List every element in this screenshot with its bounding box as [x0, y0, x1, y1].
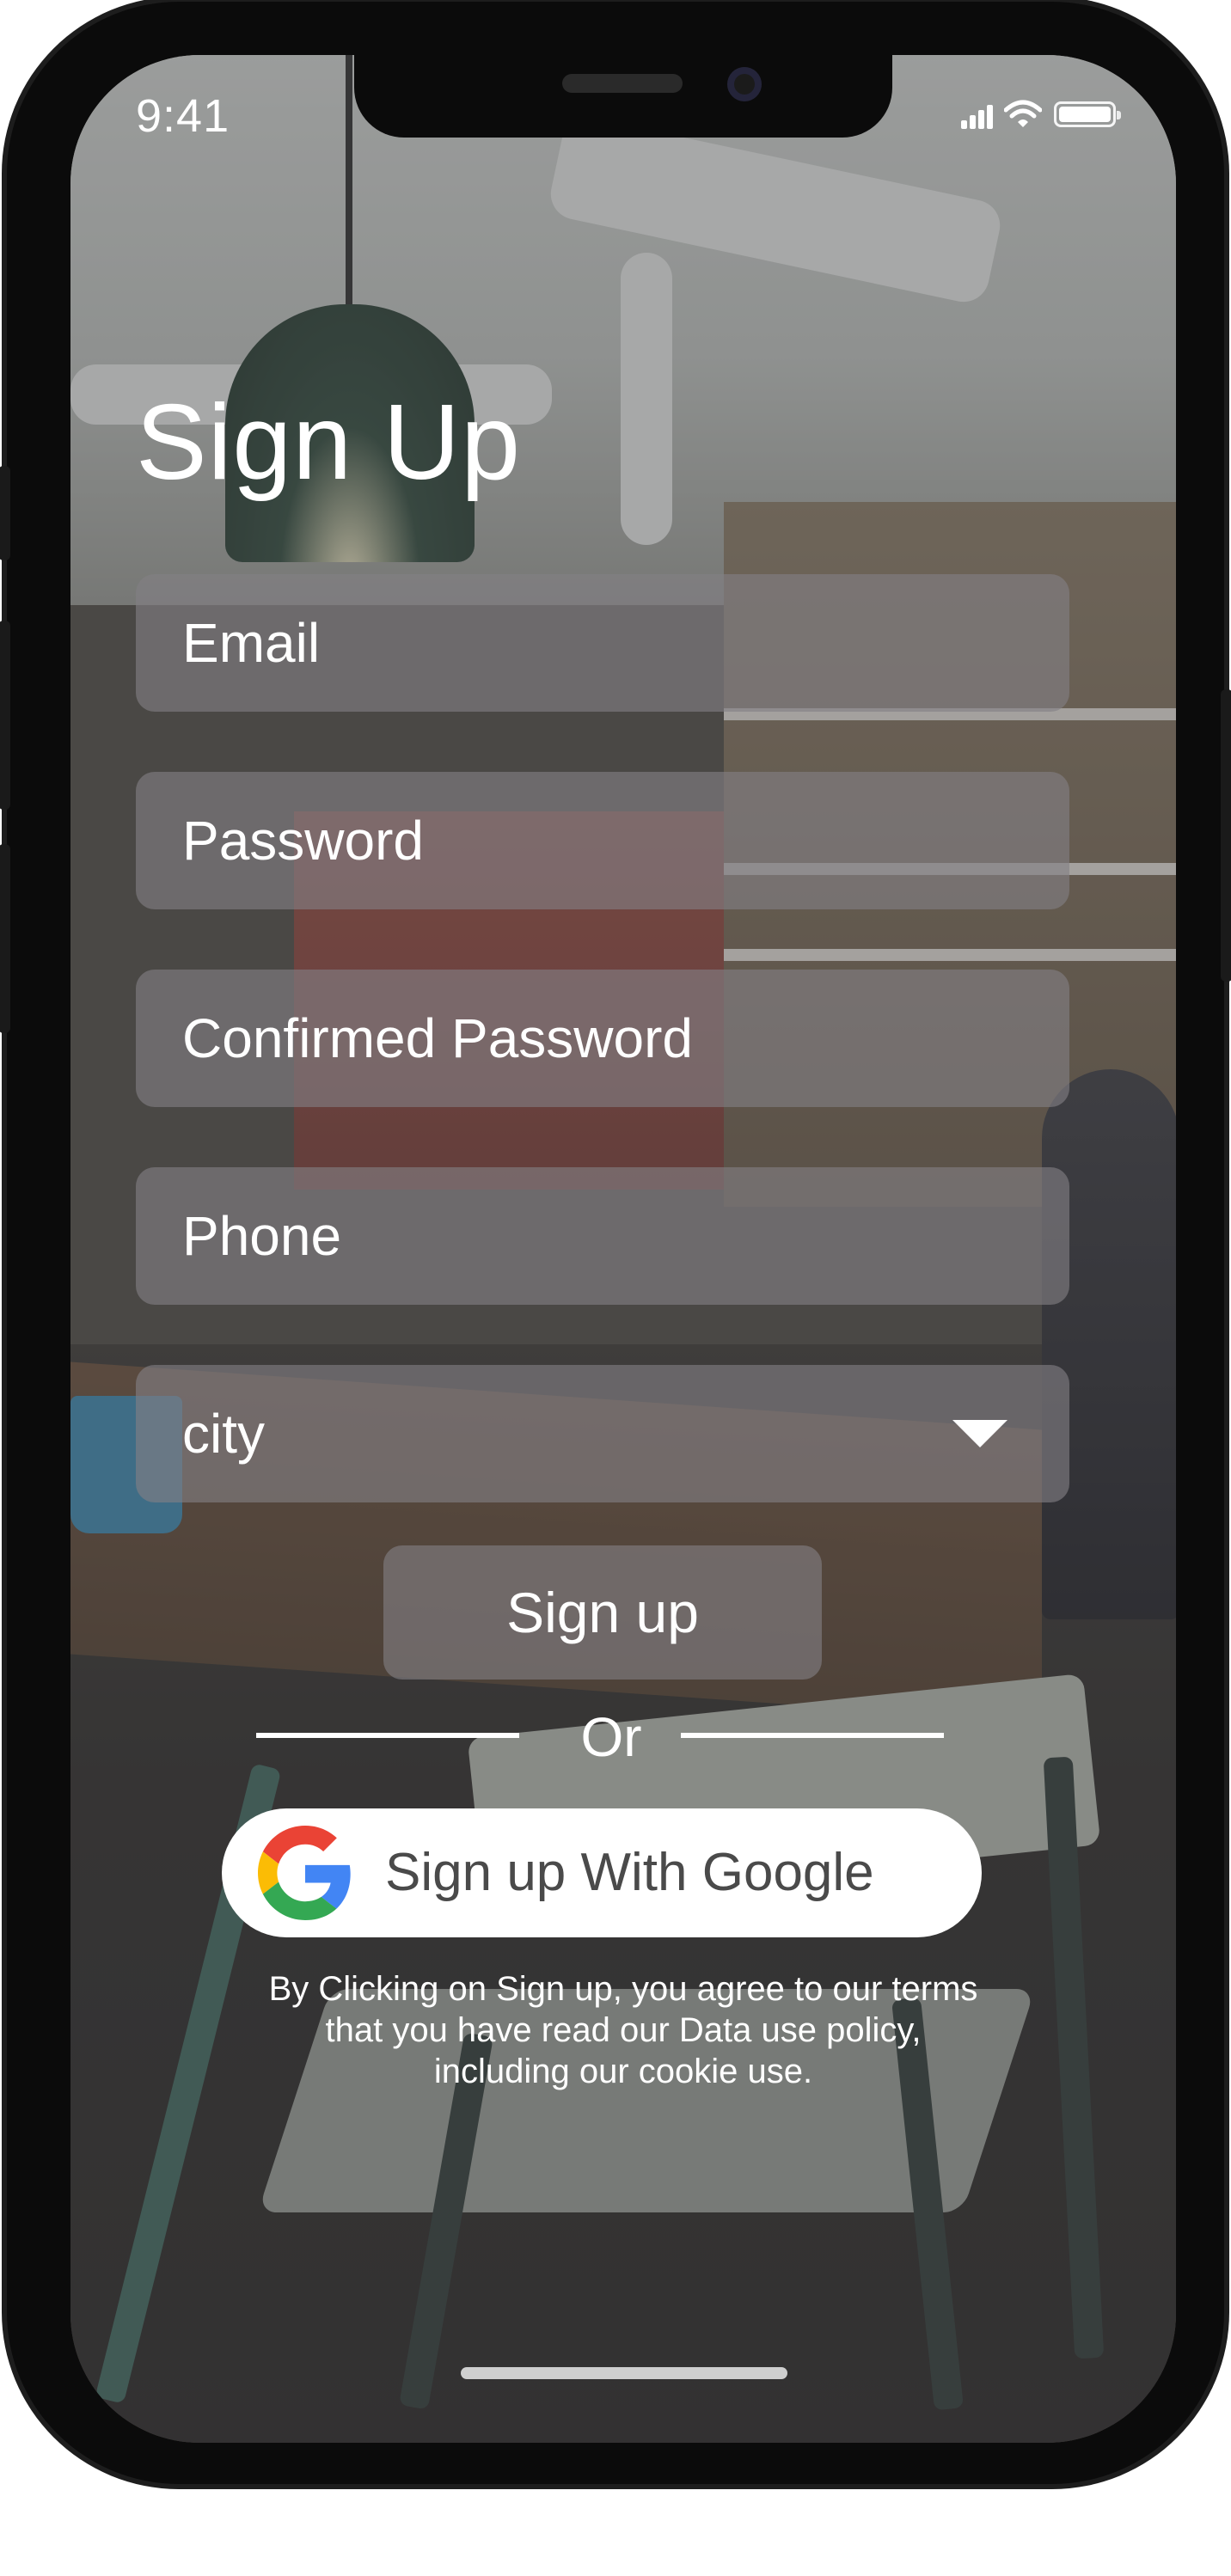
notch [354, 55, 892, 138]
google-logo-icon [258, 1826, 351, 1920]
google-signup-label: Sign up With Google [385, 1843, 874, 1902]
divider-or: Or [580, 1706, 642, 1768]
divider-line-right [681, 1733, 944, 1738]
password-field[interactable]: Password [136, 772, 1069, 909]
silent-switch [0, 466, 10, 560]
volume-up-button [0, 621, 10, 810]
phone-field[interactable]: Phone [136, 1167, 1069, 1305]
city-select[interactable]: city [136, 1365, 1069, 1502]
phone-frame: 9:41 Sign Up Email Password Confirmed Pa… [0, 2, 1231, 2484]
volume-down-button [0, 844, 10, 1033]
password-placeholder: Password [182, 810, 424, 872]
front-camera [727, 67, 762, 101]
screen: 9:41 Sign Up Email Password Confirmed Pa… [70, 55, 1176, 2443]
terms-line-1: By Clicking on Sign up, you agree to our… [268, 1970, 978, 2008]
confirm-password-placeholder: Confirmed Password [182, 1007, 693, 1069]
battery-icon [1054, 101, 1121, 127]
google-signup-button[interactable]: Sign up With Google [222, 1808, 982, 1937]
status-time: 9:41 [136, 90, 230, 142]
power-button [1221, 689, 1231, 982]
terms-line-2: that you have read our Data use policy, [325, 2011, 922, 2049]
email-placeholder: Email [182, 612, 321, 674]
wifi-icon [1004, 100, 1042, 127]
speaker-grille [562, 74, 683, 93]
city-selected-value: city [182, 1403, 265, 1465]
signup-button[interactable]: Sign up [383, 1545, 822, 1680]
chevron-down-icon[interactable] [952, 1420, 1007, 1447]
terms-notice: By Clicking on Sign up, you agree to our… [156, 1968, 1090, 2092]
home-indicator[interactable] [461, 2367, 787, 2379]
email-field[interactable]: Email [136, 574, 1069, 712]
page-title: Sign Up [136, 383, 522, 502]
cellular-signal-icon [961, 103, 995, 129]
divider-line-left [256, 1733, 519, 1738]
phone-placeholder: Phone [182, 1205, 342, 1267]
terms-line-3: including our cookie use. [433, 2053, 813, 2090]
confirm-password-field[interactable]: Confirmed Password [136, 970, 1069, 1107]
